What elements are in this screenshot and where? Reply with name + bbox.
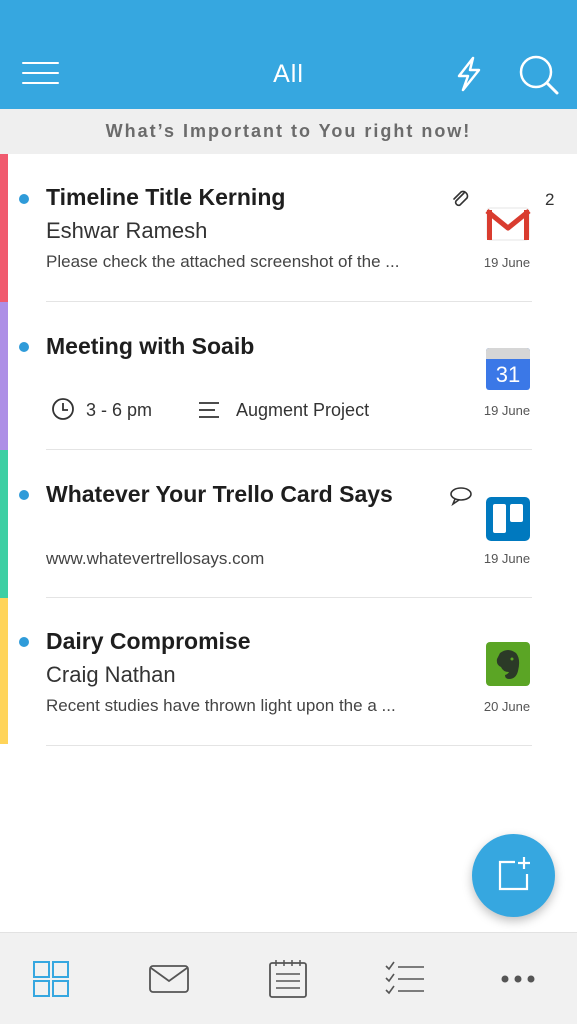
comment-icon <box>450 487 472 506</box>
list-item-email[interactable]: Timeline Title Kerning 2 Eshwar Ramesh P… <box>0 154 577 302</box>
compose-button[interactable] <box>472 834 555 917</box>
page-title: All <box>273 60 304 88</box>
item-sender: Eshwar Ramesh <box>46 218 208 243</box>
mail-icon[interactable] <box>148 959 190 999</box>
trello-icon <box>486 497 530 541</box>
item-preview: www.whatevertrellosays.com <box>46 549 265 568</box>
more-icon[interactable] <box>497 959 539 999</box>
thread-count: 2 <box>545 190 555 209</box>
grid-icon[interactable] <box>31 959 73 999</box>
priority-banner: What’s Important to You right now! <box>0 109 577 154</box>
compose-icon <box>498 857 530 891</box>
item-date: 19 June <box>483 403 531 418</box>
item-title: Dairy Compromise <box>46 628 251 654</box>
accent-bar <box>0 598 8 744</box>
checklist-icon[interactable] <box>384 959 426 999</box>
lightning-icon[interactable] <box>451 55 487 93</box>
accent-bar <box>0 450 8 598</box>
item-date: 19 June <box>483 255 531 270</box>
item-title: Whatever Your Trello Card Says <box>46 481 393 507</box>
gmail-icon <box>485 207 531 241</box>
list-item-event[interactable]: Meeting with Soaib 3 - 6 pm Augment Proj… <box>0 302 577 450</box>
notes-icon[interactable] <box>267 959 309 999</box>
item-preview: Recent studies have thrown light upon th… <box>46 696 396 715</box>
item-title: Timeline Title Kerning <box>46 184 286 210</box>
item-preview: Please check the attached screenshot of … <box>46 252 400 271</box>
event-time: 3 - 6 pm <box>86 400 153 420</box>
list-item-card[interactable]: Whatever Your Trello Card Says www.whate… <box>0 450 577 598</box>
search-icon[interactable] <box>517 53 559 95</box>
list-item-note[interactable]: Dairy Compromise Craig Nathan Recent stu… <box>0 598 577 746</box>
evernote-icon <box>486 642 530 686</box>
accent-bar <box>0 154 8 302</box>
unread-dot <box>19 342 29 352</box>
unread-dot <box>19 637 29 647</box>
item-sender: Craig Nathan <box>46 662 176 687</box>
notes-lines-icon <box>199 402 219 418</box>
item-title: Meeting with Soaib <box>46 333 255 359</box>
google-calendar-icon: 31 <box>486 348 530 390</box>
unread-dot <box>19 194 29 204</box>
calendar-day: 31 <box>496 362 520 387</box>
unread-dot <box>19 490 29 500</box>
item-date: 19 June <box>483 551 531 566</box>
accent-bar <box>0 302 8 450</box>
item-date: 20 June <box>483 699 531 714</box>
clock-icon <box>52 398 74 420</box>
divider <box>46 745 532 746</box>
paperclip-icon <box>453 190 469 207</box>
bottom-nav <box>0 932 577 1024</box>
app-header: All <box>0 0 577 109</box>
event-project: Augment Project <box>236 400 370 420</box>
